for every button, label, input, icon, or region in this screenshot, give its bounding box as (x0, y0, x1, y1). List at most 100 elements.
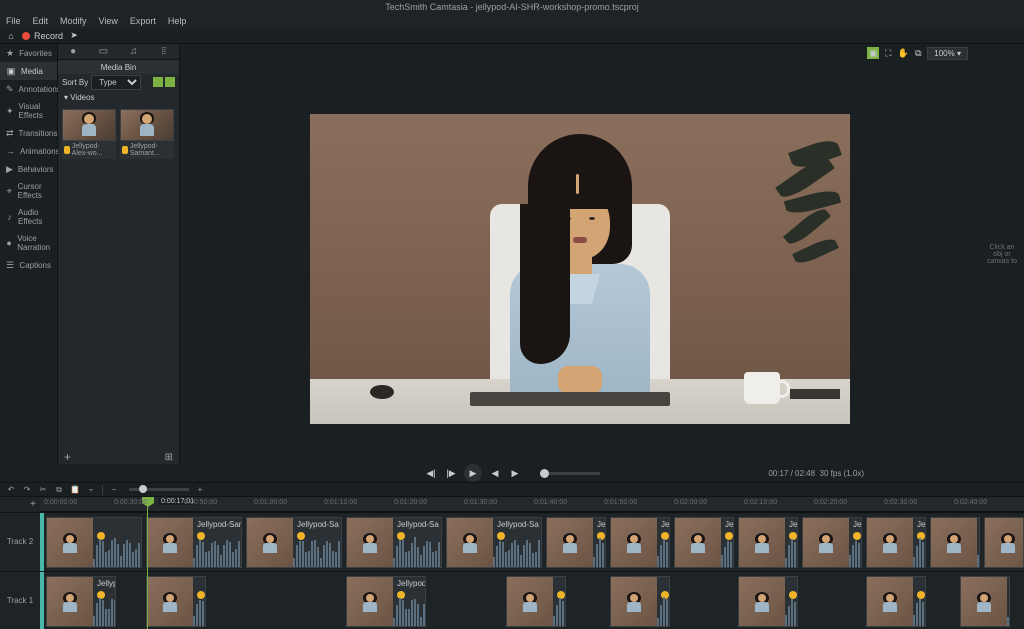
menu-export[interactable]: Export (130, 16, 156, 26)
timeline-clip[interactable] (984, 517, 1024, 568)
menu-help[interactable]: Help (168, 16, 187, 26)
timeline-clip[interactable]: Jellypod-S (866, 517, 926, 568)
sidebar-animations[interactable]: →Animations (0, 142, 57, 160)
timeline-clip[interactable]: Jellypod-Sa (246, 517, 342, 568)
redo-icon[interactable]: ↷ (22, 485, 32, 495)
sidebar-media[interactable]: ▣Media (0, 62, 57, 80)
timeline-zoom-slider[interactable] (129, 488, 189, 491)
undo-icon[interactable]: ↶ (6, 485, 16, 495)
media-thumb[interactable]: Jellypod-Alex-wo... (62, 109, 116, 159)
media-icon: ▣ (6, 66, 16, 76)
timeline-ruler[interactable]: 0:00:17;01 0:00:00;000:00:30;000:00:50;0… (40, 497, 1024, 512)
timeline-clip[interactable] (610, 576, 670, 627)
track-1[interactable]: Jellypod Jellypod (40, 571, 1024, 629)
next-frame-button[interactable]: |▶ (444, 466, 458, 480)
timeline-clip[interactable] (960, 576, 1010, 627)
copy-icon[interactable]: ⧉ (54, 485, 64, 495)
panel-tab-assets[interactable]: ⦙⦙ (154, 46, 174, 58)
timeline-clip[interactable]: Jellypod-Samantha-workshop-promo (146, 517, 242, 568)
zoom-dropdown[interactable]: 100% ▾ (927, 47, 968, 60)
ruler-mark: 0:01:30;00 (464, 499, 497, 506)
record-button[interactable]: Record (22, 31, 63, 41)
timeline-clip[interactable] (146, 576, 206, 627)
sort-asc-icon[interactable] (153, 77, 163, 87)
timeline-clip[interactable]: Jellypod-S (802, 517, 862, 568)
zoom-in-icon[interactable]: + (195, 485, 205, 495)
timeline-clip[interactable]: Jellypod-S (610, 517, 670, 568)
add-media-icon[interactable]: + (64, 450, 71, 464)
sort-view-icon[interactable] (165, 77, 175, 87)
prev-frame-button[interactable]: ◀| (424, 466, 438, 480)
canvas-area: ▣ ⛶ ✋ ⧉ 100% ▾ (180, 44, 980, 464)
menu-view[interactable]: View (99, 16, 118, 26)
track-label-2[interactable]: Track 2 (0, 512, 40, 571)
canvas-crop-icon[interactable]: ⧉ (912, 47, 924, 59)
track-start-marker (40, 513, 44, 571)
grid-view-icon[interactable]: ⊞ (165, 452, 173, 463)
behaviors-icon: ▶ (6, 164, 13, 174)
timeline-clip[interactable]: Jellypod-Sa (446, 517, 542, 568)
timeline-clip[interactable] (46, 517, 142, 568)
video-badge-icon (122, 146, 128, 154)
track-label-1[interactable]: Track 1 (0, 571, 40, 629)
play-button[interactable]: ▶ (464, 464, 482, 482)
ruler-mark: 0:00:50;00 (184, 499, 217, 506)
animations-icon: → (6, 146, 15, 156)
zoom-out-icon[interactable]: − (109, 485, 119, 495)
record-icon (22, 32, 30, 40)
speed-slider[interactable] (540, 472, 600, 475)
sidebar-captions[interactable]: ☰Captions (0, 256, 57, 274)
timeline-clip[interactable] (506, 576, 566, 627)
menu-file[interactable]: File (6, 16, 21, 26)
timeline-clip[interactable]: Jellypod-S (738, 517, 798, 568)
timeline-clip[interactable] (866, 576, 926, 627)
sidebar-behaviors[interactable]: ▶Behaviors (0, 160, 57, 178)
timeline-clip[interactable]: Jellypod-S (674, 517, 734, 568)
split-icon[interactable]: ⫟ (86, 485, 96, 495)
add-track-button[interactable]: + (30, 499, 36, 510)
timeline-clip[interactable] (738, 576, 798, 627)
transitions-icon: ⇄ (6, 128, 14, 138)
sidebar-voice-narration[interactable]: ●Voice Narration (0, 230, 57, 256)
sidebar-annotations[interactable]: ✎Annotations (0, 80, 57, 98)
cut-icon[interactable]: ✂ (38, 485, 48, 495)
ruler-mark: 0:02:10;00 (744, 499, 777, 506)
timeline-clip[interactable]: Jellypod-Sa (346, 517, 442, 568)
track-start-marker (40, 572, 44, 629)
ruler-mark: 0:01:20;00 (394, 499, 427, 506)
timeline-clip[interactable]: Jellypod-Sa (546, 517, 606, 568)
timeline-clip[interactable] (930, 517, 980, 568)
sort-select[interactable]: Type (91, 75, 141, 90)
track-2[interactable]: Jellypod-Samantha-workshop-promoJellypod… (40, 512, 1024, 571)
cursor-icon: ⌖ (6, 186, 13, 196)
ruler-mark: 0:01:50;00 (604, 499, 637, 506)
next-marker-button[interactable]: ▶ (508, 466, 522, 480)
panel-tab-record[interactable]: ● (63, 46, 83, 58)
canvas-pan-icon[interactable]: ✋ (897, 47, 909, 59)
menu-edit[interactable]: Edit (33, 16, 49, 26)
share-icon[interactable]: ➤ (69, 31, 79, 41)
videos-section[interactable]: ▾ Videos (58, 90, 179, 105)
media-thumb[interactable]: Jellypod-Samant... (120, 109, 174, 159)
menu-modify[interactable]: Modify (60, 16, 87, 26)
ruler-mark: 0:01:40;00 (534, 499, 567, 506)
ruler-mark: 0:02:00;00 (674, 499, 707, 506)
canvas-preview[interactable] (310, 114, 850, 424)
timeline-clip[interactable]: Jellypod (46, 576, 116, 627)
sidebar-favorites[interactable]: ★Favorites (0, 44, 57, 62)
sidebar-cursor-effects[interactable]: ⌖Cursor Effects (0, 178, 57, 204)
paste-icon[interactable]: 📋 (70, 485, 80, 495)
panel-tab-library[interactable]: ♫ (124, 46, 144, 58)
main-toolbar: ⌂ Record ➤ (0, 28, 1024, 44)
home-icon[interactable]: ⌂ (6, 31, 16, 41)
playback-bar: ◀| |▶ ▶ ◀ ▶ 00:17 / 02:48 30 fps (1.0x) (0, 464, 1024, 482)
canvas-select-icon[interactable]: ▣ (867, 47, 879, 59)
panel-header: Media Bin (58, 60, 179, 74)
canvas-fit-icon[interactable]: ⛶ (882, 47, 894, 59)
sidebar-transitions[interactable]: ⇄Transitions (0, 124, 57, 142)
timeline-clip[interactable]: Jellypod (346, 576, 426, 627)
prev-marker-button[interactable]: ◀ (488, 466, 502, 480)
sidebar-visual-effects[interactable]: ✦Visual Effects (0, 98, 57, 124)
sidebar-audio-effects[interactable]: ♪Audio Effects (0, 204, 57, 230)
panel-tab-bin[interactable]: ▭ (93, 46, 113, 58)
